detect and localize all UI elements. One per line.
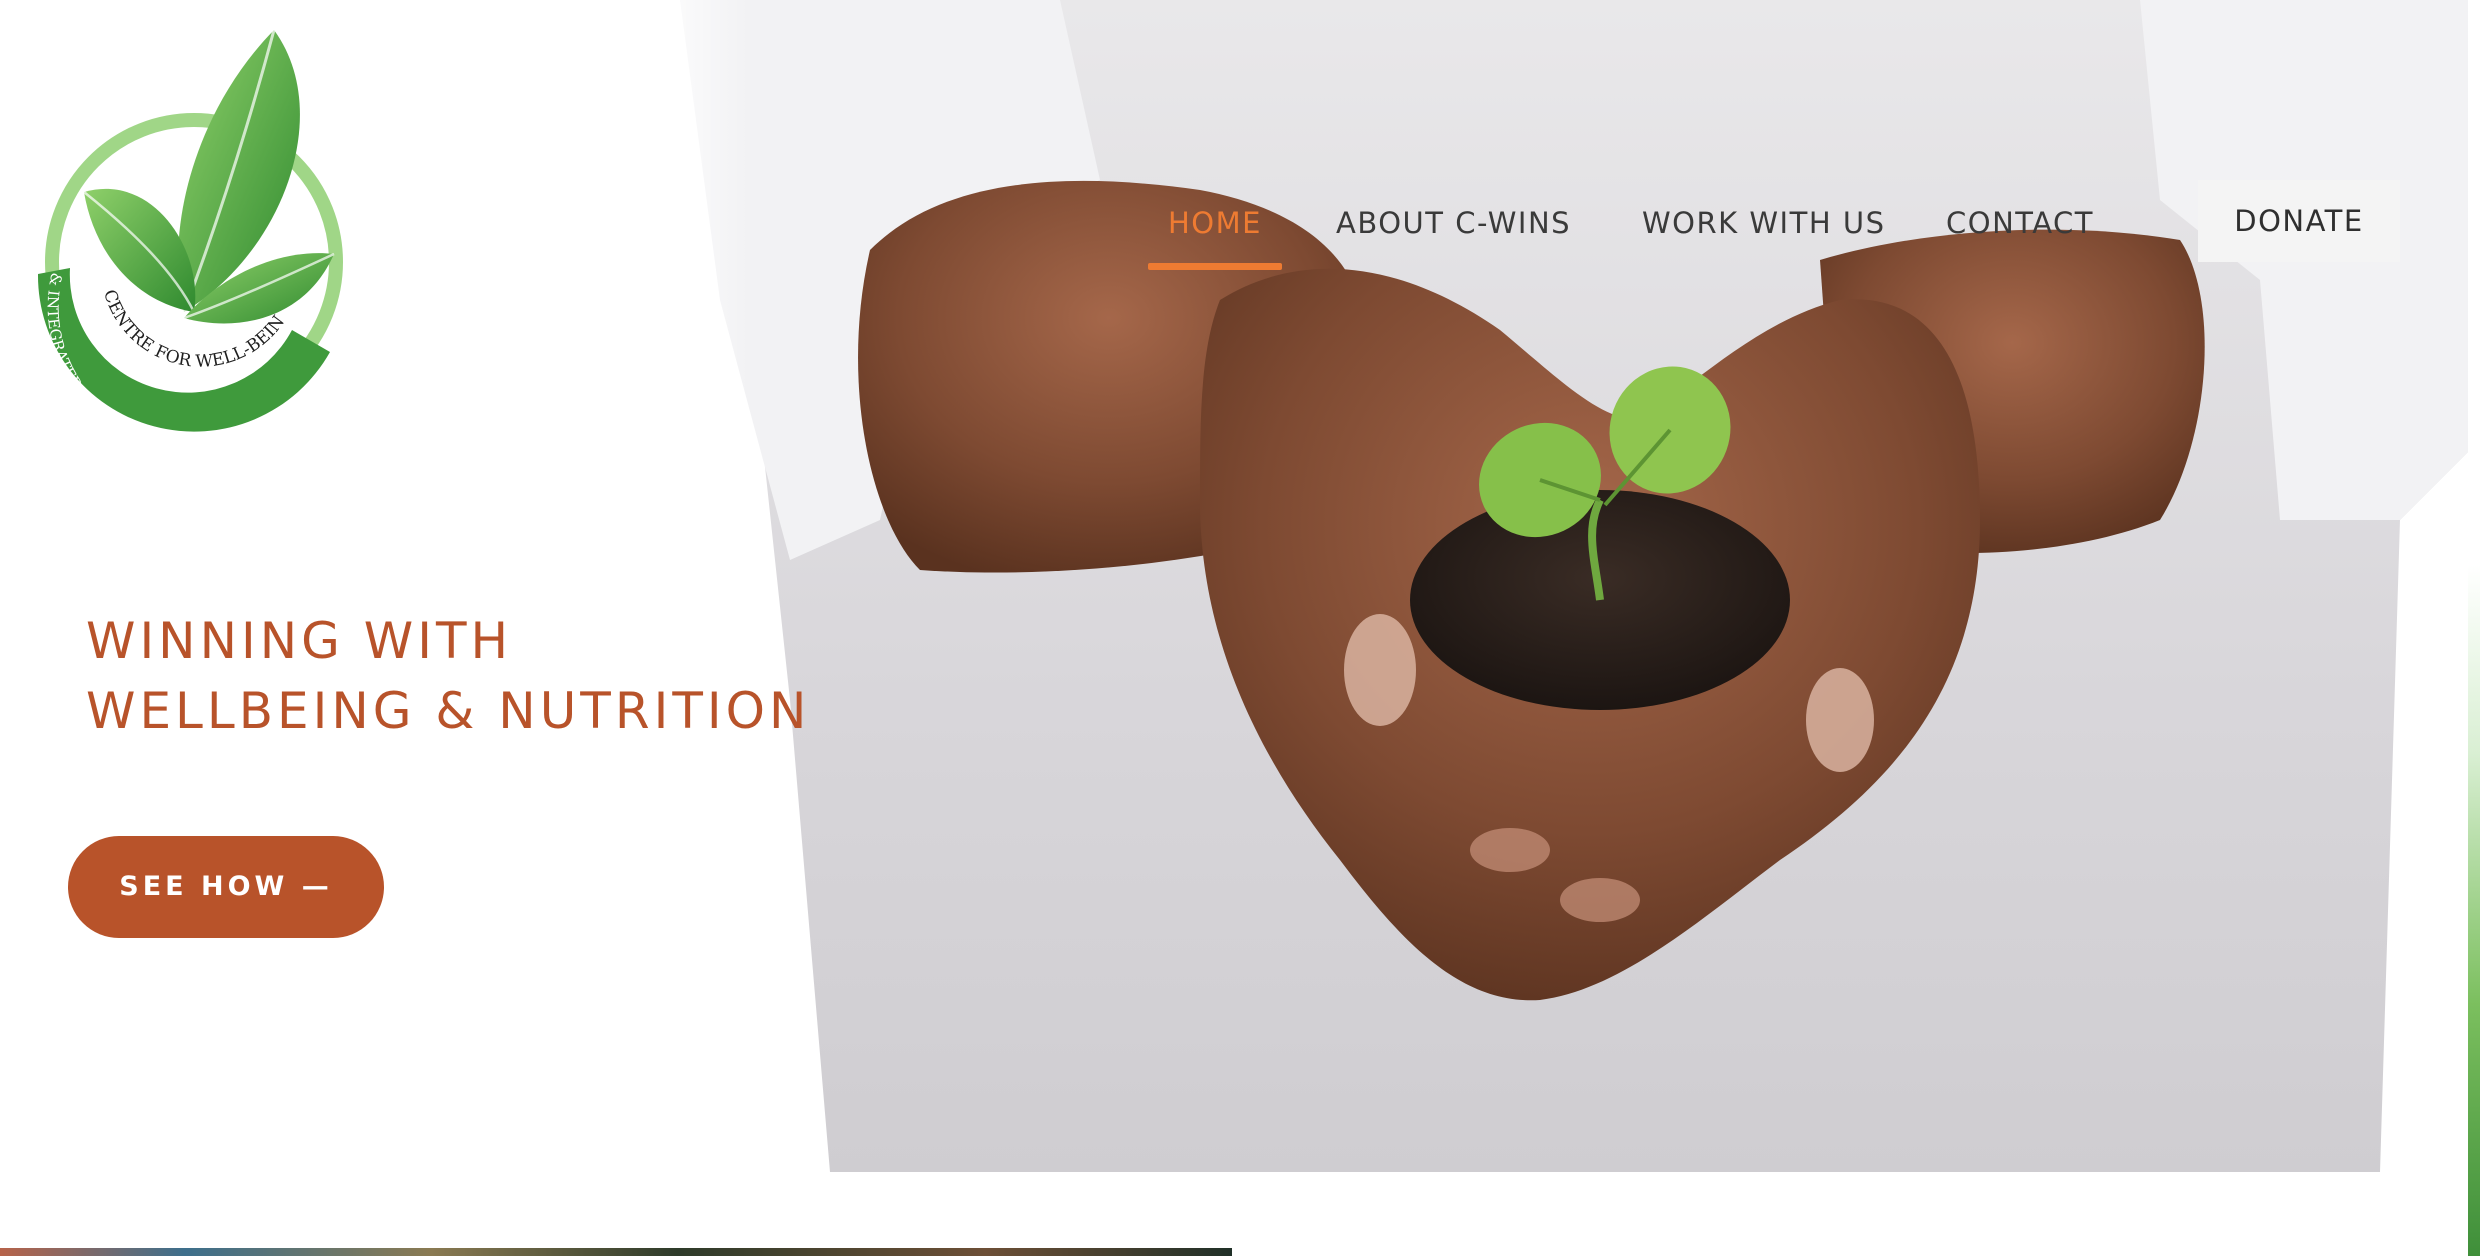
- hero-image: [640, 0, 2480, 1172]
- leaf-logo-icon: CENTRE FOR WELL-BEING & INTEGRATED NUTRI…: [27, 7, 343, 456]
- nav-home[interactable]: HOME: [1148, 180, 1282, 270]
- page: CENTRE FOR WELL-BEING & INTEGRATED NUTRI…: [0, 0, 2480, 1256]
- hero-headline: WINNING WITH WELLBEING & NUTRITION: [86, 606, 866, 746]
- nav-about[interactable]: ABOUT C-WINS: [1336, 180, 1571, 270]
- adjacent-image-edge: [2468, 0, 2480, 1256]
- donate-button[interactable]: DONATE: [2198, 180, 2400, 262]
- hero-headline-line2: WELLBEING & NUTRITION: [86, 682, 811, 740]
- site-logo[interactable]: CENTRE FOR WELL-BEING & INTEGRATED NUTRI…: [27, 7, 346, 456]
- nav-contact[interactable]: CONTACT: [1946, 180, 2094, 270]
- hero-headline-line1: WINNING WITH: [86, 612, 513, 670]
- hands-holding-seedling-icon: [640, 0, 2480, 1172]
- nav-work-with-us[interactable]: WORK WITH US: [1642, 180, 1886, 270]
- see-how-button[interactable]: SEE HOW —: [68, 836, 384, 938]
- next-section-image-edge: [0, 1248, 1232, 1256]
